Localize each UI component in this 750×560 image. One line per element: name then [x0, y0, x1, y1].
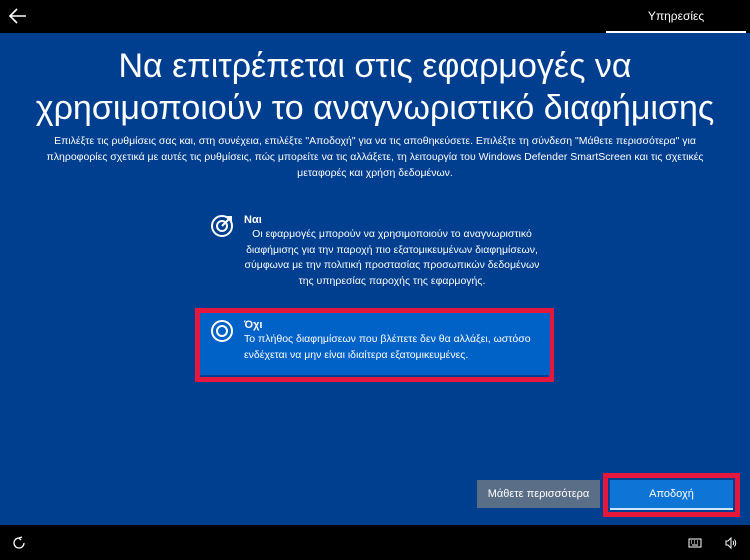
volume-icon[interactable]: [724, 536, 738, 550]
target-icon: [211, 320, 233, 342]
description: Επιλέξτε τις ρυθμίσεις σας και, στη συνέ…: [46, 135, 704, 179]
tab-services[interactable]: Υπηρεσίες: [606, 0, 746, 33]
option-yes-title: Ναι: [244, 214, 262, 226]
page-title-line2: χρησιμοποιούν το αναγνωριστικό διαφήμιση…: [35, 89, 715, 127]
ease-of-access-icon[interactable]: [12, 536, 26, 550]
top-bar: Υπηρεσίες: [0, 0, 750, 33]
option-yes-text: Οι εφαρμογές μπορούν να χρησιμοποιούν το…: [244, 228, 540, 287]
accept-button[interactable]: Αποδοχή: [610, 480, 733, 510]
page-title-line1: Να επιτρέπεται στις εφαρμογές να: [118, 47, 632, 85]
arrow-left-icon: [8, 8, 26, 24]
option-no[interactable]: Όχι Το πλήθος διαφημίσεων που βλέπετε δε…: [200, 313, 550, 375]
option-no-title: Όχι: [244, 319, 263, 331]
back-button[interactable]: [6, 5, 30, 27]
keyboard-icon[interactable]: [688, 536, 702, 550]
option-no-text: Το πλήθος διαφημίσεων που βλέπετε δεν θα…: [244, 333, 531, 361]
learn-more-button[interactable]: Μάθετε περισσότερα: [477, 480, 600, 508]
page-title: Να επιτρέπεται στις εφαρμογές να χρησιμο…: [0, 45, 750, 129]
target-icon: [211, 215, 233, 237]
main-panel: Να επιτρέπεται στις εφαρμογές να χρησιμο…: [0, 33, 750, 549]
bottom-bar: [0, 525, 750, 560]
option-yes[interactable]: Ναι Οι εφαρμογές μπορούν να χρησιμοποιού…: [200, 208, 550, 297]
